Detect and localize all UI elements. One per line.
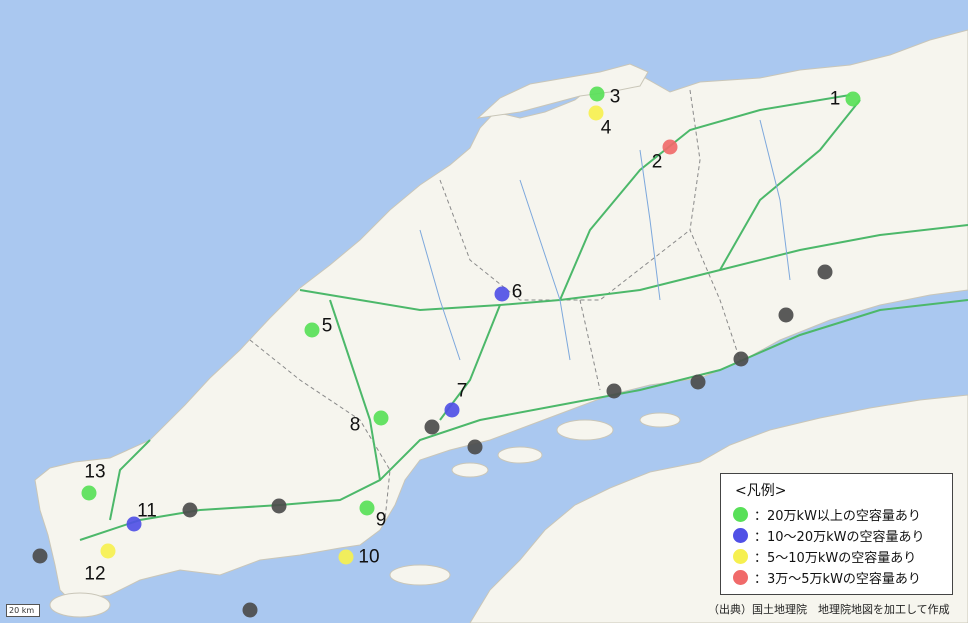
legend-swatch-red	[733, 570, 748, 585]
scale-bar: 20 km	[6, 604, 40, 617]
site-marker-3[interactable]	[589, 86, 605, 102]
site-marker-2[interactable]	[662, 139, 678, 155]
gray-point-10[interactable]	[32, 548, 48, 564]
site-number-12: 12	[84, 563, 106, 585]
gray-point-2[interactable]	[778, 307, 794, 323]
site-number-13: 13	[84, 461, 106, 483]
site-number-7: 7	[456, 380, 468, 402]
legend: <凡例> ：20万kW以上の空容量あり ：10～20万kWの空容量あり ：5～10万…	[720, 473, 953, 595]
legend-swatch-green	[733, 507, 748, 522]
source-credit: （出典）国土地理院 地理院地図を加工して作成	[708, 603, 950, 616]
island	[389, 564, 451, 586]
site-number-2: 2	[651, 151, 663, 173]
island	[49, 592, 111, 618]
island	[497, 446, 543, 464]
island	[639, 412, 681, 428]
site-marker-5[interactable]	[304, 322, 320, 338]
gray-point-6[interactable]	[424, 419, 440, 435]
site-marker-7[interactable]	[444, 402, 460, 418]
legend-label: ：5～10万kWの空容量あり	[754, 551, 917, 566]
legend-item-red: ：3万～5万kWの空容量あり	[729, 567, 944, 588]
site-marker-6[interactable]	[494, 286, 510, 302]
site-number-8: 8	[349, 414, 361, 436]
site-marker-13[interactable]	[81, 485, 97, 501]
gray-point-4[interactable]	[690, 374, 706, 390]
legend-items: ：20万kW以上の空容量あり ：10～20万kWの空容量あり ：5～10万kWの空容…	[729, 504, 944, 588]
legend-swatch-blue	[733, 528, 748, 543]
legend-item-blue: ：10～20万kWの空容量あり	[729, 525, 944, 546]
site-marker-10[interactable]	[338, 549, 354, 565]
legend-label: ：3万～5万kWの空容量あり	[754, 572, 921, 587]
legend-label: ：20万kW以上の空容量あり	[754, 509, 921, 524]
gray-point-5[interactable]	[606, 383, 622, 399]
site-marker-1[interactable]	[845, 91, 861, 107]
gray-point-8[interactable]	[271, 498, 287, 514]
site-marker-12[interactable]	[100, 543, 116, 559]
site-number-4: 4	[600, 117, 612, 139]
gray-point-9[interactable]	[182, 502, 198, 518]
site-marker-9[interactable]	[359, 500, 375, 516]
site-marker-8[interactable]	[373, 410, 389, 426]
site-number-10: 10	[358, 546, 380, 568]
site-number-5: 5	[321, 315, 333, 337]
site-number-1: 1	[829, 88, 841, 110]
island	[556, 419, 614, 441]
site-number-6: 6	[511, 281, 523, 303]
gray-point-7[interactable]	[467, 439, 483, 455]
island	[451, 462, 489, 478]
legend-title: <凡例>	[735, 483, 787, 499]
gray-point-3[interactable]	[733, 351, 749, 367]
legend-label: ：10～20万kWの空容量あり	[754, 530, 925, 545]
legend-swatch-yellow	[733, 549, 748, 564]
legend-item-yellow: ：5～10万kWの空容量あり	[729, 546, 944, 567]
site-number-11: 11	[137, 500, 157, 522]
gray-point-1[interactable]	[817, 264, 833, 280]
gray-point-11[interactable]	[242, 602, 258, 618]
site-number-9: 9	[375, 509, 387, 531]
legend-item-green: ：20万kW以上の空容量あり	[729, 504, 944, 525]
site-number-3: 3	[609, 86, 621, 108]
